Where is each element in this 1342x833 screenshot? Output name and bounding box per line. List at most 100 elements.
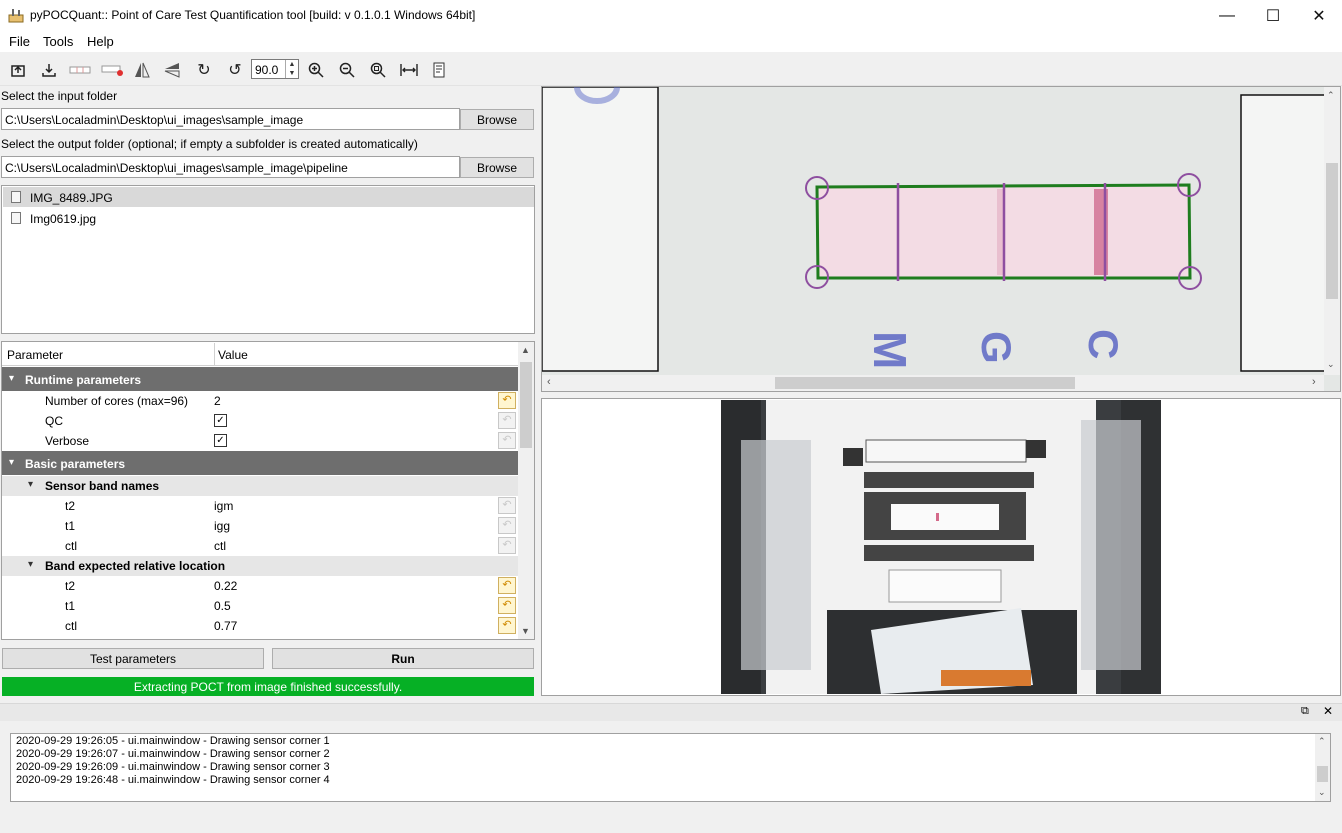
sensor-outline-icon[interactable] bbox=[68, 59, 92, 81]
scrollbar-thumb[interactable] bbox=[775, 377, 1075, 389]
reset-icon[interactable]: ↶ bbox=[498, 517, 516, 534]
param-value[interactable]: 2 bbox=[214, 394, 221, 408]
close-icon[interactable]: ✕ bbox=[1323, 704, 1333, 718]
scroll-down-icon[interactable]: ⌄ bbox=[1327, 359, 1335, 370]
sensor-image[interactable]: M G C bbox=[542, 87, 1340, 391]
undock-icon[interactable]: ⧉ bbox=[1301, 705, 1309, 718]
image-file-list[interactable]: IMG_8489.JPG Img0619.jpg bbox=[1, 185, 535, 334]
param-row[interactable]: t1 0.5 ↶ bbox=[2, 596, 518, 616]
group-band-location[interactable]: ▾ Band expected relative location bbox=[2, 556, 518, 576]
sensor-horizontal-scrollbar[interactable]: ‹ › bbox=[542, 375, 1324, 391]
mirror-vertical-icon[interactable] bbox=[131, 59, 153, 81]
param-value[interactable]: 0.5 bbox=[214, 599, 231, 613]
scroll-right-icon[interactable]: › bbox=[1312, 376, 1316, 388]
input-folder-field[interactable]: C:\Users\Localadmin\Desktop\ui_images\sa… bbox=[1, 108, 460, 130]
group-sensor-band-names[interactable]: ▾ Sensor band names bbox=[2, 476, 518, 496]
output-folder-field[interactable]: C:\Users\Localadmin\Desktop\ui_images\sa… bbox=[1, 156, 460, 178]
param-row-qc[interactable]: QC ✓ ↶ bbox=[2, 411, 518, 431]
parameter-scrollbar[interactable]: ▲ ▼ bbox=[518, 342, 534, 639]
param-value[interactable]: 0.77 bbox=[214, 619, 237, 633]
title-bar: pyPOCQuant:: Point of Care Test Quantifi… bbox=[0, 0, 1342, 32]
rotation-value[interactable]: 90.0 bbox=[255, 63, 278, 77]
param-row[interactable]: t2 igm ↶ bbox=[2, 496, 518, 516]
input-browse-button[interactable]: Browse bbox=[460, 109, 534, 130]
param-name: ctl bbox=[65, 539, 77, 553]
category-runtime[interactable]: ▾ Runtime parameters bbox=[2, 367, 518, 391]
log-icon[interactable] bbox=[429, 59, 451, 81]
param-row[interactable]: t2 0.22 ↶ bbox=[2, 576, 518, 596]
reset-icon[interactable]: ↶ bbox=[498, 497, 516, 514]
fit-width-icon[interactable] bbox=[398, 59, 420, 81]
output-folder-value[interactable]: C:\Users\Localadmin\Desktop\ui_images\sa… bbox=[5, 161, 348, 175]
reset-icon[interactable]: ↶ bbox=[498, 412, 516, 429]
verbose-checkbox[interactable]: ✓ bbox=[214, 434, 227, 447]
scrollbar-thumb[interactable] bbox=[1317, 766, 1328, 782]
file-list-item[interactable]: IMG_8489.JPG bbox=[3, 187, 534, 207]
output-browse-button[interactable]: Browse bbox=[460, 157, 534, 178]
full-image-view[interactable] bbox=[541, 398, 1341, 696]
qc-checkbox[interactable]: ✓ bbox=[214, 414, 227, 427]
download-icon[interactable] bbox=[38, 59, 60, 81]
chevron-down-icon[interactable]: ▾ bbox=[28, 479, 33, 490]
test-parameters-button[interactable]: Test parameters bbox=[2, 648, 264, 669]
letter-g: G bbox=[973, 331, 1020, 364]
letter-m: M bbox=[864, 331, 916, 369]
param-value[interactable]: 0.22 bbox=[214, 579, 237, 593]
scroll-up-icon[interactable]: ⌃ bbox=[1318, 736, 1326, 747]
category-basic[interactable]: ▾ Basic parameters bbox=[2, 451, 518, 475]
param-name: t1 bbox=[65, 519, 76, 533]
mirror-horizontal-icon[interactable] bbox=[161, 59, 183, 81]
zoom-in-icon[interactable] bbox=[305, 59, 327, 81]
output-folder-label: Select the output folder (optional; if e… bbox=[1, 137, 418, 151]
param-row-verbose[interactable]: Verbose ✓ ↶ bbox=[2, 431, 518, 451]
chevron-down-icon[interactable]: ▾ bbox=[28, 559, 33, 570]
file-list-item[interactable]: Img0619.jpg bbox=[3, 208, 534, 228]
log-output[interactable]: 2020-09-29 19:26:05 - ui.mainwindow - Dr… bbox=[10, 733, 1331, 802]
param-row[interactable]: ctl 0.77 ↶ bbox=[2, 616, 518, 636]
reset-icon[interactable]: ↶ bbox=[498, 577, 516, 594]
scroll-down-icon[interactable]: ▼ bbox=[521, 626, 530, 636]
rotate-cw-icon[interactable]: ↻ bbox=[193, 59, 215, 81]
param-value[interactable]: igg bbox=[214, 519, 230, 533]
param-value[interactable]: igm bbox=[214, 499, 233, 513]
zoom-out-icon[interactable] bbox=[336, 59, 358, 81]
scroll-down-icon[interactable]: ⌄ bbox=[1318, 787, 1326, 798]
reset-icon[interactable]: ↶ bbox=[498, 392, 516, 409]
input-folder-value[interactable]: C:\Users\Localadmin\Desktop\ui_images\sa… bbox=[5, 113, 303, 127]
reset-icon[interactable]: ↶ bbox=[498, 597, 516, 614]
rotate-ccw-icon[interactable]: ↺ bbox=[224, 59, 246, 81]
menu-help[interactable]: Help bbox=[87, 34, 114, 49]
log-line: 2020-09-29 19:26:09 - ui.mainwindow - Dr… bbox=[16, 761, 330, 773]
open-folder-icon[interactable] bbox=[7, 59, 29, 81]
scrollbar-thumb[interactable] bbox=[1326, 163, 1338, 299]
parameter-tree[interactable]: Parameter Value ▾ Runtime parameters Num… bbox=[1, 341, 535, 640]
log-scrollbar[interactable]: ⌃ ⌄ bbox=[1315, 734, 1330, 801]
param-value[interactable]: ctl bbox=[214, 539, 226, 553]
scroll-up-icon[interactable]: ⌃ bbox=[1327, 90, 1335, 101]
scrollbar-thumb[interactable] bbox=[520, 362, 532, 448]
run-button[interactable]: Run bbox=[272, 648, 534, 669]
menu-tools[interactable]: Tools bbox=[43, 34, 73, 49]
scroll-left-icon[interactable]: ‹ bbox=[547, 376, 551, 388]
full-photo-image[interactable] bbox=[721, 400, 1161, 694]
reset-icon[interactable]: ↶ bbox=[498, 432, 516, 449]
sensor-view[interactable]: M G C ⌃ ⌄ ‹ › bbox=[541, 86, 1341, 392]
rotation-spinbox[interactable]: 90.0 ▲ ▼ bbox=[251, 59, 299, 79]
scroll-up-icon[interactable]: ▲ bbox=[521, 345, 530, 355]
param-row[interactable]: ctl ctl ↶ bbox=[2, 536, 518, 556]
close-button[interactable]: ✕ bbox=[1296, 0, 1342, 32]
reset-icon[interactable]: ↶ bbox=[498, 537, 516, 554]
chevron-down-icon[interactable]: ▾ bbox=[9, 457, 14, 468]
remove-sensor-icon[interactable] bbox=[100, 59, 124, 81]
minimize-button[interactable]: — bbox=[1204, 0, 1250, 32]
zoom-reset-icon[interactable] bbox=[367, 59, 389, 81]
maximize-button[interactable]: ☐ bbox=[1250, 0, 1296, 32]
reset-icon[interactable]: ↶ bbox=[498, 617, 516, 634]
app-icon bbox=[8, 9, 24, 23]
menu-file[interactable]: File bbox=[9, 34, 30, 49]
sensor-vertical-scrollbar[interactable]: ⌃ ⌄ bbox=[1324, 87, 1340, 375]
chevron-down-icon[interactable]: ▾ bbox=[9, 373, 14, 384]
param-row[interactable]: t1 igg ↶ bbox=[2, 516, 518, 536]
spin-arrows-icon[interactable]: ▲ ▼ bbox=[285, 60, 298, 78]
param-row-cores[interactable]: Number of cores (max=96) 2 ↶ bbox=[2, 391, 518, 411]
